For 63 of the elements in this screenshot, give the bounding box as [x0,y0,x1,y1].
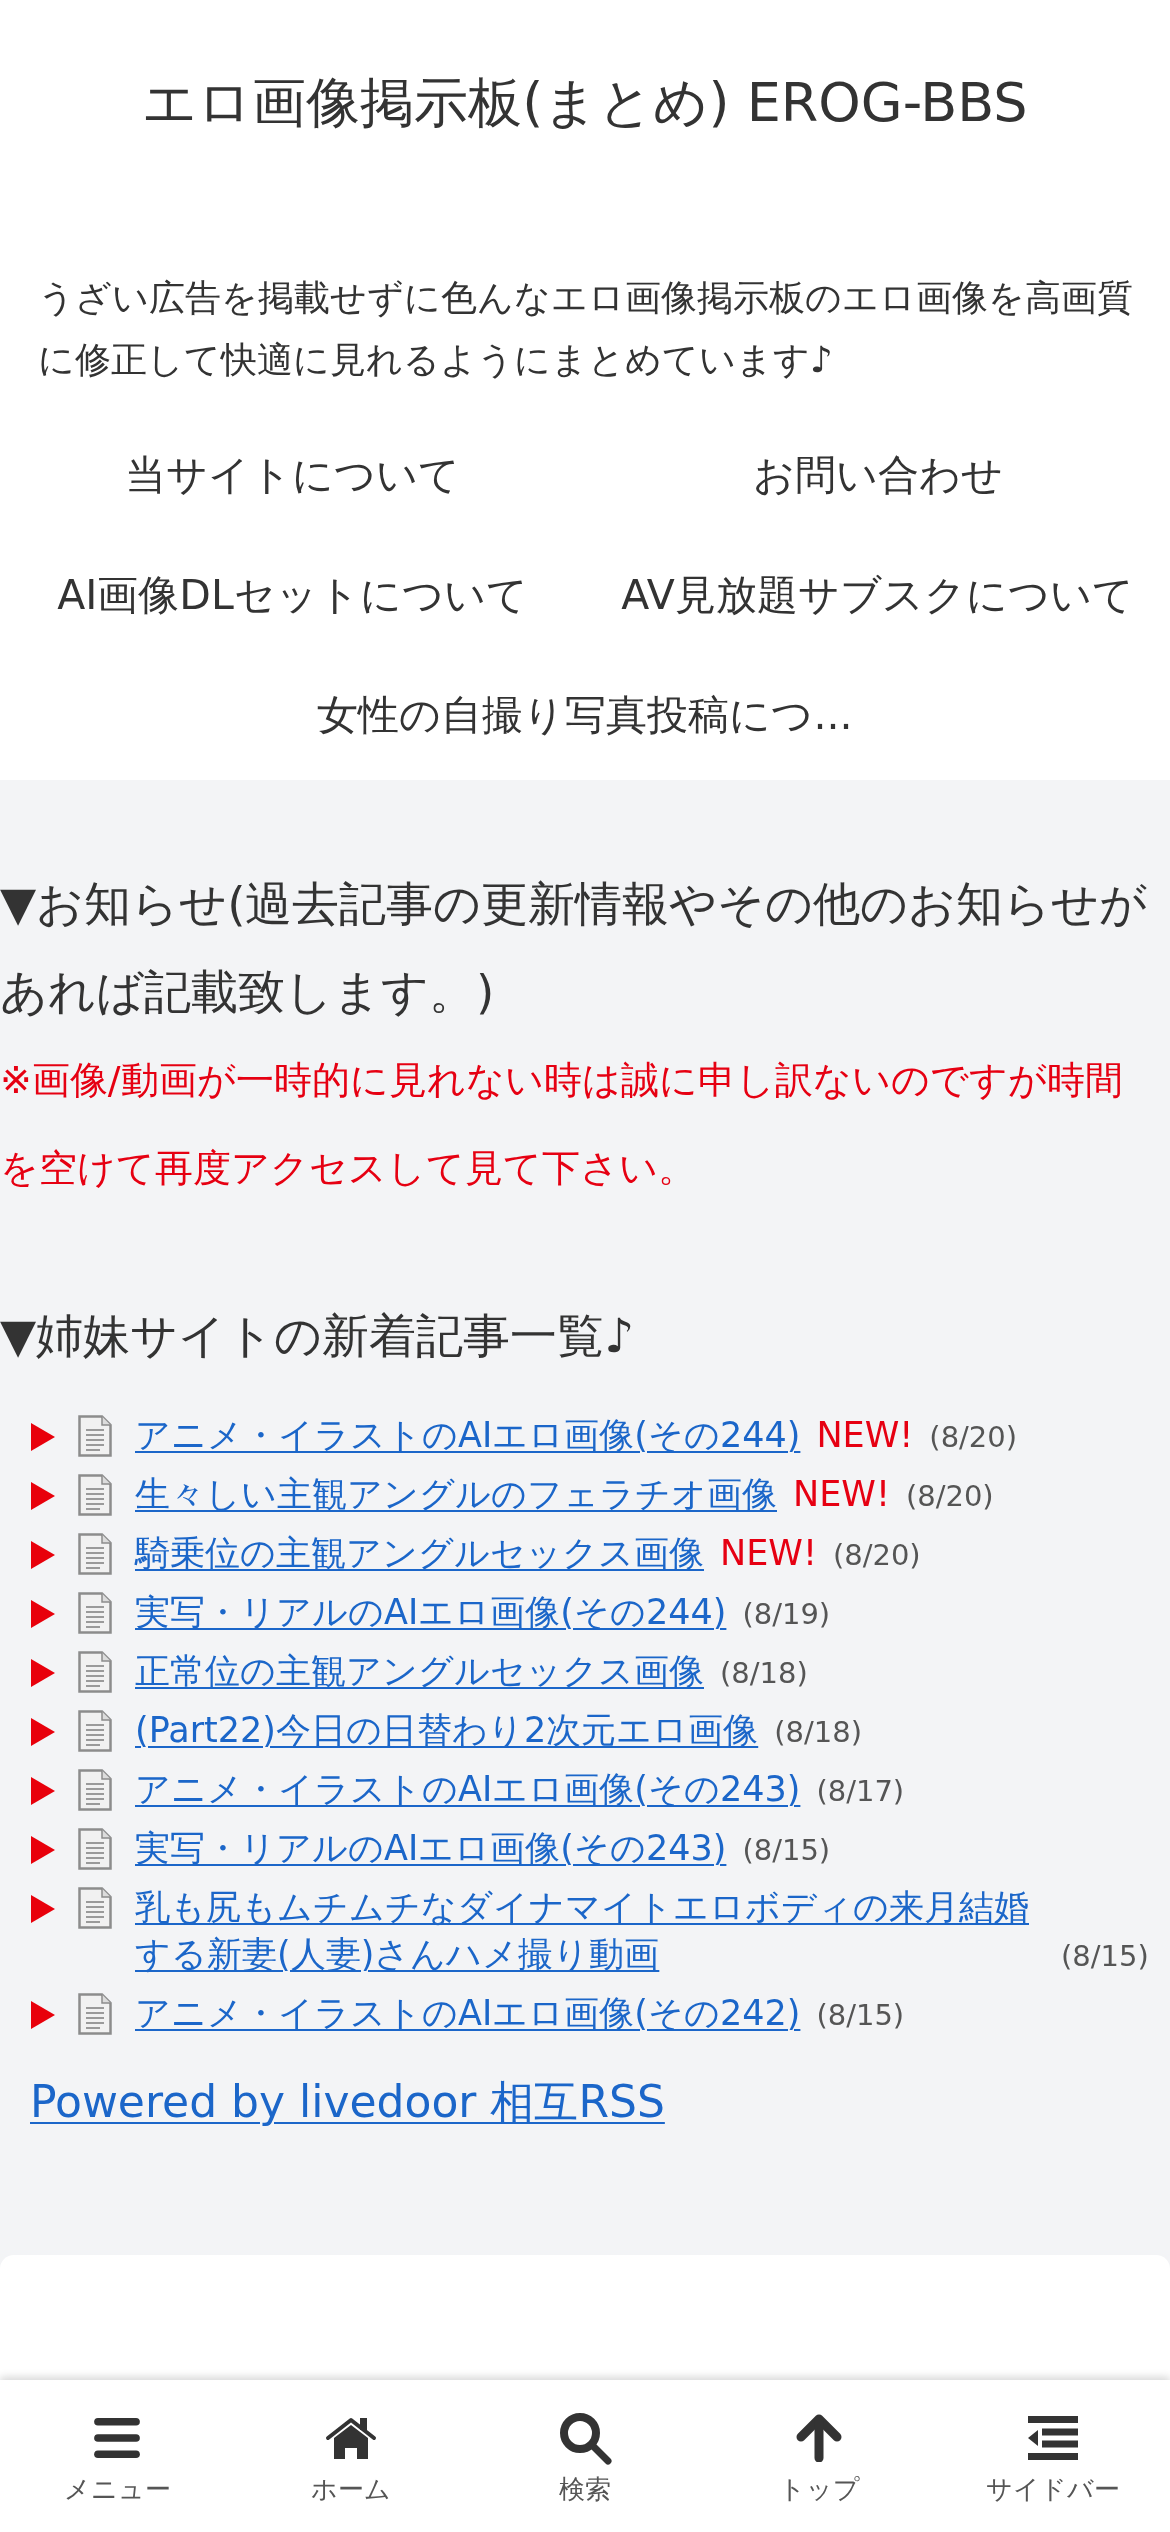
document-icon [78,1592,112,1634]
nav-link[interactable]: お問い合わせ [752,447,1003,503]
triangle-icon [30,1540,56,1570]
document-icon [78,1828,112,1870]
article-link[interactable]: 乳も尻もムチムチなダイナマイトエロボディの来月結婚する新妻(人妻)さんハメ撮り動画 [135,1884,1045,1978]
document-icon [78,1533,112,1575]
triangle-icon [30,1599,56,1629]
home-icon [325,2417,377,2459]
article-date: (8/20) [832,1538,921,1572]
triangle-icon [30,1717,56,1747]
new-label: NEW! [816,1415,914,1455]
article-date: (8/20) [929,1420,1018,1454]
powered-by-link[interactable]: Powered by livedoor 相互RSS [30,2076,665,2127]
article-date: (8/20) [905,1479,994,1513]
article-date: (8/19) [742,1597,831,1631]
article-date: (8/18) [774,1715,862,1749]
document-icon [78,1415,112,1457]
article-link[interactable]: 実写・リアルのAIエロ画像(その244) [135,1589,727,1636]
notice-heading: ▼お知らせ(過去記事の更新情報やその他のお知らせがあれば記載致します。) [0,875,1149,1021]
nav-link[interactable]: AV見放題サブスクについて [621,567,1134,623]
document-icon [78,1710,112,1752]
triangle-icon [30,1658,56,1688]
search-icon [558,2411,612,2465]
article-date: (8/17) [816,1774,905,1808]
article-link[interactable]: 実写・リアルのAIエロ画像(その243) [135,1825,727,1872]
article-date: (8/15) [1061,1939,1149,1973]
home-button[interactable]: ホーム [307,2410,395,2504]
search-button[interactable]: 検索 [554,2410,616,2504]
article-link[interactable]: アニメ・イラストのAIエロ画像(その242) [135,1990,801,2037]
new-label: NEW! [793,1474,890,1514]
section-heading: ▼姉妹サイトの新着記事一覧♪ [0,1307,636,1365]
menu-button[interactable]: メニュー [59,2410,175,2504]
site-description: うざい広告を掲載せずに色んなエロ画像掲示板のエロ画像を高画質に修正して快適に見れるようにまとめています♪ [37,276,1134,382]
nav-link[interactable]: 女性の自撮り写真投稿につ... [317,687,853,743]
site-title: エロ画像掲示板(まとめ) EROG-BBS [141,70,1029,136]
triangle-icon [30,2000,56,2030]
nav-link[interactable]: AI画像DLセットについて [57,567,528,623]
triangle-icon [30,1894,56,1924]
sidebar-button[interactable]: サイドバー [982,2410,1124,2504]
article-date: (8/15) [816,1998,905,2032]
article-link[interactable]: アニメ・イラストのAIエロ画像(その244) [135,1412,801,1459]
article-link[interactable]: 騎乗位の主観アングルセックス画像 [135,1530,704,1577]
menu-icon [93,2418,141,2458]
document-icon [78,1993,112,2035]
triangle-icon [30,1422,56,1452]
document-icon [78,1651,112,1693]
article-link[interactable]: 正常位の主観アングルセックス画像 [135,1648,704,1695]
nav-link[interactable]: 当サイトについて [125,447,460,503]
document-icon [78,1474,112,1516]
article-date: (8/18) [720,1656,808,1690]
notice-text: ※画像/動画が一時的に見れない時は誠に申し訳ないのですが時間を空けて再度アクセスして見て下さい。 [0,1057,1124,1192]
article-link[interactable]: 生々しい主観アングルのフェラチオ画像 [135,1471,777,1518]
outdent-icon [1028,2416,1078,2460]
article-link[interactable]: アニメ・イラストのAIエロ画像(その243) [135,1766,801,1813]
triangle-icon [30,1835,56,1865]
triangle-icon [30,1776,56,1806]
document-icon [78,1887,112,1929]
top-button[interactable]: トップ [774,2410,864,2504]
new-label: NEW! [720,1533,817,1573]
article-link[interactable]: (Part22)今日の日替わり2次元エロ画像 [135,1707,759,1754]
article-date: (8/15) [742,1833,831,1867]
triangle-icon [30,1481,56,1511]
document-icon [78,1769,112,1811]
